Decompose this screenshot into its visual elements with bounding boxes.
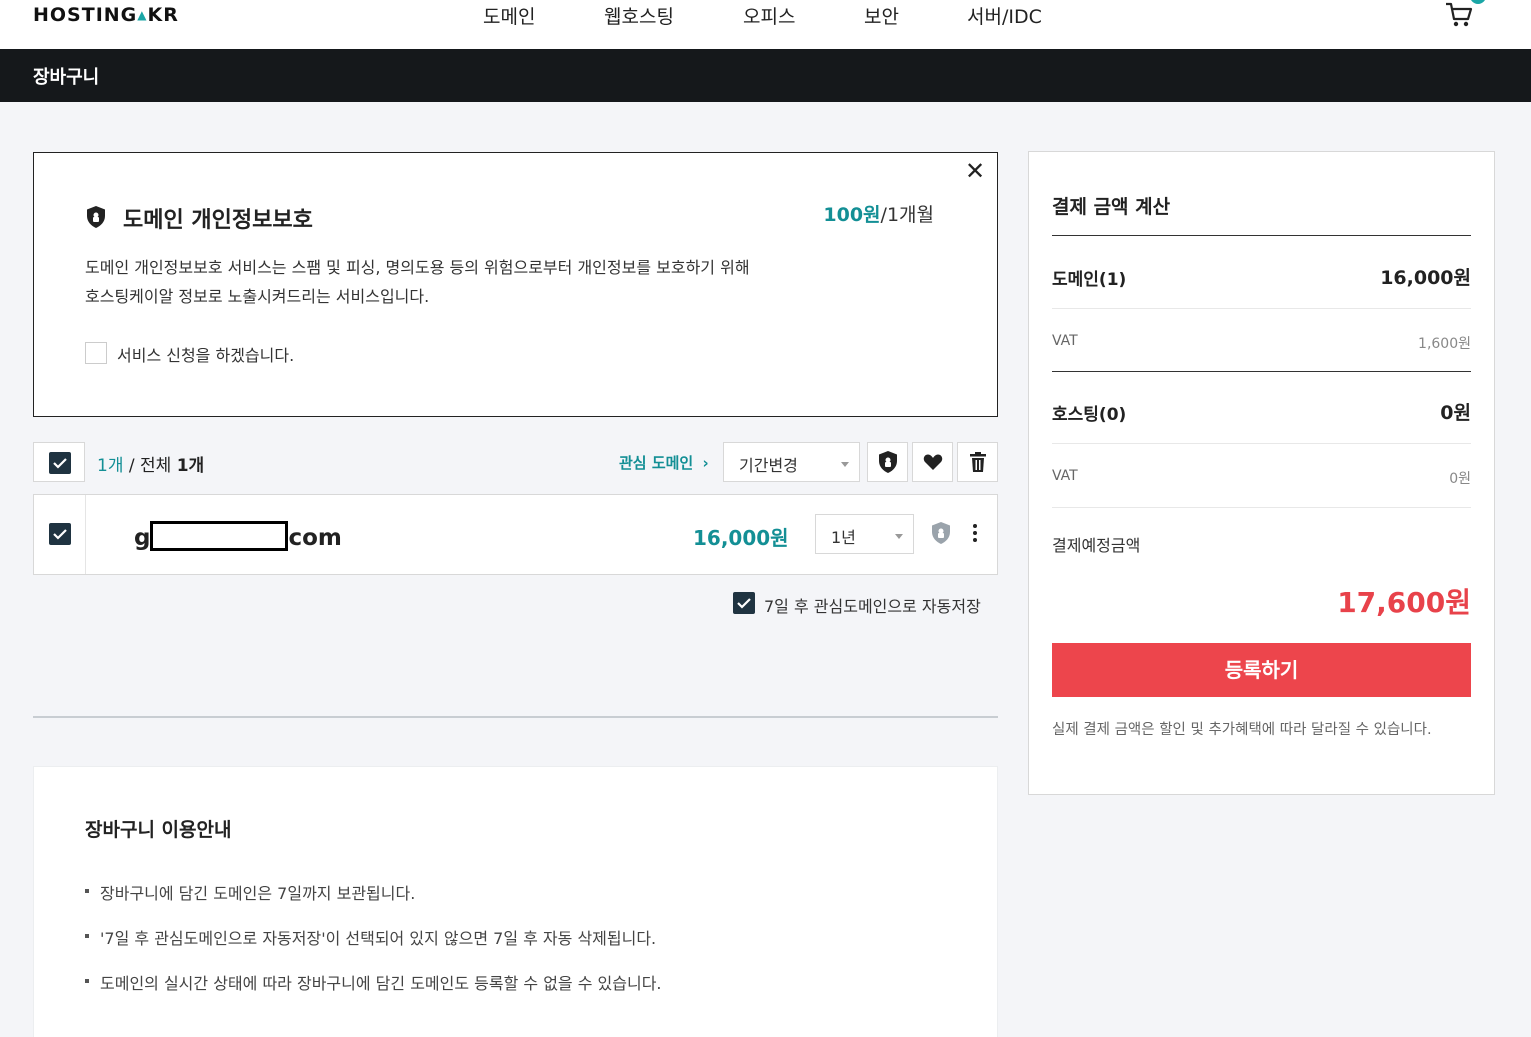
logo-dot-icon: ▲ — [137, 8, 148, 22]
domain-vat-label: VAT — [1052, 333, 1078, 349]
summary-divider — [1052, 235, 1471, 236]
hosting-subtotal-amount: 0원 — [1440, 402, 1471, 424]
domain-period-select[interactable]: 1년 — [815, 514, 914, 554]
summary-divider — [1052, 308, 1471, 309]
more-options-icon[interactable] — [972, 523, 978, 543]
period-change-select[interactable]: 기간변경 — [723, 442, 860, 482]
select-all-box[interactable] — [33, 442, 85, 482]
shield-icon — [85, 205, 107, 229]
cart-guide-panel: 장바구니 이용안내 장바구니에 담긴 도메인은 7일까지 보관됩니다. '7일 … — [33, 766, 998, 1037]
domain-name: g com — [134, 521, 342, 551]
section-divider — [33, 716, 998, 718]
count-separator: / 전체 — [123, 456, 177, 476]
chevron-right-icon: › — [702, 454, 709, 472]
page-title: 장바구니 — [33, 67, 100, 88]
guide-item: 도메인의 실시간 상태에 따라 장바구니에 담긴 도메인도 등록할 수 없을 수… — [85, 970, 662, 1015]
privacy-apply-checkbox[interactable] — [85, 342, 107, 364]
privacy-desc-line: 호스팅케이알 정보로 노출시켜드리는 서비스입니다. — [85, 287, 430, 306]
privacy-desc-line: 도메인 개인정보보호 서비스는 스팸 및 피싱, 명의도용 등의 위험으로부터 … — [85, 258, 750, 277]
heart-icon — [923, 454, 942, 470]
domain-period-value: 1년 — [831, 528, 856, 547]
delete-button[interactable] — [957, 442, 998, 482]
domain-vat-amount: 1,600원 — [1418, 336, 1471, 352]
close-icon[interactable]: ✕ — [963, 159, 987, 183]
period-change-value: 기간변경 — [739, 456, 798, 475]
privacy-apply-label[interactable]: 서비스 신청을 하겠습니다. — [117, 342, 294, 366]
logo-tld: KR — [147, 4, 179, 26]
privacy-price-amount: 100원 — [823, 204, 881, 226]
cart-item-row: g com 16,000원 1년 — [33, 494, 998, 575]
nav-item-office[interactable]: 오피스 — [743, 2, 795, 29]
payment-note: 실제 결제 금액은 할인 및 추가혜택에 따라 달라질 수 있습니다. — [1052, 722, 1432, 738]
privacy-price: 100원/1개월 — [823, 200, 934, 227]
guide-item: 장바구니에 담긴 도메인은 7일까지 보관됩니다. — [85, 880, 662, 925]
cart-icon[interactable] — [1444, 0, 1474, 30]
logo-text: HOSTING — [33, 4, 138, 26]
summary-divider — [1052, 371, 1471, 372]
privacy-price-period: /1개월 — [880, 204, 934, 226]
domain-name-suffix: com — [288, 525, 342, 551]
guide-title: 장바구니 이용안내 — [85, 819, 232, 841]
summary-title: 결제 금액 계산 — [1052, 196, 1171, 218]
chevron-down-icon — [895, 534, 903, 539]
auto-save-checkbox[interactable] — [733, 592, 755, 614]
total-amount: 17,600원 — [1337, 586, 1471, 619]
trash-icon — [969, 452, 986, 472]
site-header: HOSTING▲KR 도메인 웹호스팅 오피스 보안 서버/IDC — [0, 0, 1531, 49]
domain-subtotal-amount: 16,000원 — [1380, 267, 1471, 289]
row-checkbox[interactable] — [49, 523, 71, 545]
favorite-button[interactable] — [912, 442, 953, 482]
privacy-service-box: ✕ 도메인 개인정보보호 100원/1개월 도메인 개인정보보호 서비스는 스팸… — [33, 152, 998, 417]
payment-summary-panel: 결제 금액 계산 도메인(1) 16,000원 VAT 1,600원 호스팅(0… — [1028, 151, 1495, 795]
redaction-box — [150, 521, 289, 551]
auto-save-label: 7일 후 관심도메인으로 자동저장 — [764, 597, 981, 616]
nav-item-security[interactable]: 보안 — [864, 2, 899, 29]
logo[interactable]: HOSTING▲KR — [33, 4, 179, 26]
nav-item-server-idc[interactable]: 서버/IDC — [967, 2, 1042, 29]
domain-name-prefix: g — [134, 525, 151, 551]
favorite-domain-link[interactable]: 관심 도메인 › — [619, 452, 709, 473]
shield-icon — [878, 451, 897, 473]
total-count: 1개 — [176, 456, 205, 476]
nav-item-domain[interactable]: 도메인 — [483, 2, 535, 29]
summary-divider — [1052, 507, 1471, 508]
privacy-shield-button[interactable] — [867, 442, 908, 482]
domain-subtotal-label: 도메인(1) — [1052, 270, 1127, 290]
guide-list: 장바구니에 담긴 도메인은 7일까지 보관됩니다. '7일 후 관심도메인으로 … — [85, 880, 662, 1015]
privacy-description: 도메인 개인정보보호 서비스는 스팸 및 피싱, 명의도용 등의 위험으로부터 … — [85, 253, 750, 311]
summary-divider — [1052, 443, 1471, 444]
guide-item: '7일 후 관심도메인으로 자동저장'이 선택되어 있지 않으면 7일 후 자동… — [85, 925, 662, 970]
total-label: 결제예정금액 — [1052, 536, 1141, 555]
select-all-checkbox[interactable] — [49, 452, 71, 474]
favorite-domain-label: 관심 도메인 — [619, 454, 694, 472]
page-title-bar: 장바구니 — [0, 49, 1531, 102]
hosting-vat-amount: 0원 — [1449, 471, 1471, 487]
hosting-vat-label: VAT — [1052, 468, 1078, 484]
privacy-status-icon[interactable] — [930, 521, 952, 549]
privacy-title: 도메인 개인정보보호 — [123, 208, 313, 233]
register-button[interactable]: 등록하기 — [1052, 643, 1471, 697]
selection-count: 1개 / 전체 1개 — [97, 451, 204, 476]
row-checkbox-cell — [34, 495, 86, 574]
domain-price: 16,000원 — [693, 526, 789, 550]
chevron-down-icon — [841, 462, 849, 467]
selected-count: 1개 — [97, 456, 124, 476]
hosting-subtotal-label: 호스팅(0) — [1052, 405, 1127, 425]
nav-item-webhosting[interactable]: 웹호스팅 — [604, 2, 674, 29]
